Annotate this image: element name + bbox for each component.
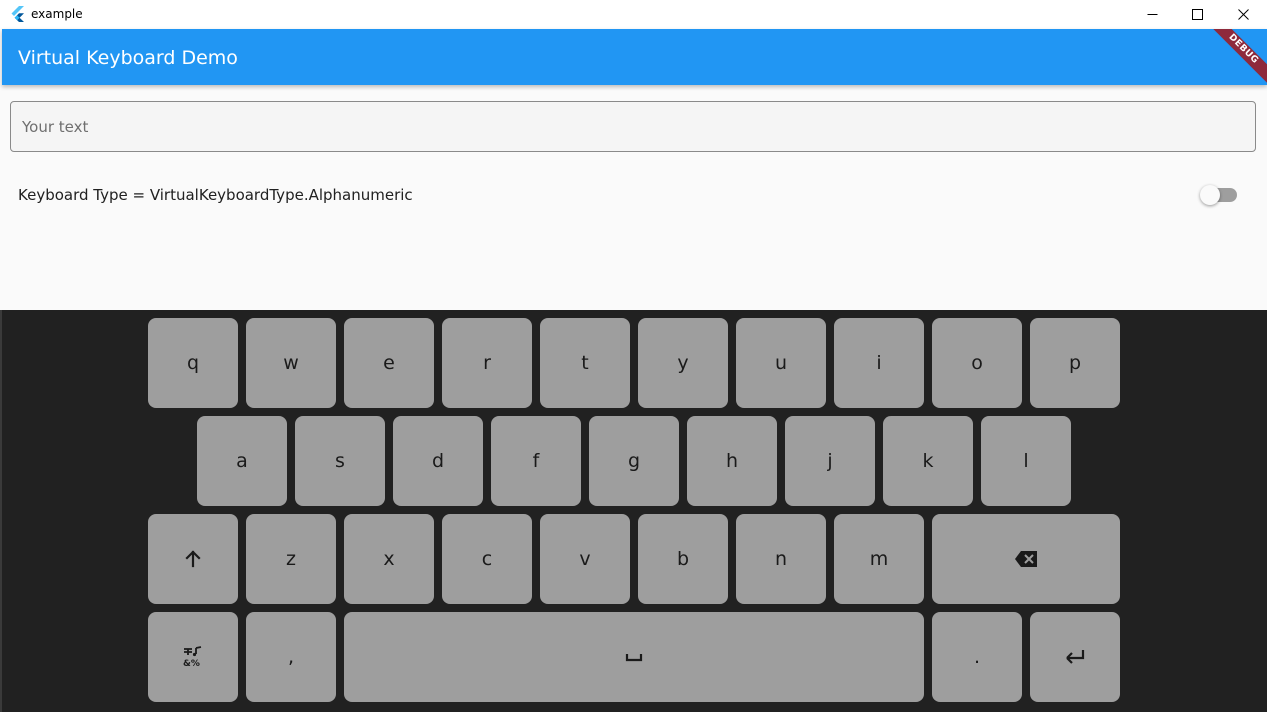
key-x[interactable]: x: [344, 514, 434, 604]
app-bar-title: Virtual Keyboard Demo: [18, 47, 238, 69]
close-icon: [1237, 9, 1249, 20]
keyboard-type-label: Keyboard Type = VirtualKeyboardType.Alph…: [18, 186, 413, 204]
space-key[interactable]: [344, 612, 924, 702]
symbols-toggle-key[interactable]: &%: [148, 612, 238, 702]
symbols-toggle-icon: &%: [183, 646, 202, 668]
switch-thumb: [1200, 185, 1220, 205]
key-g[interactable]: g: [589, 416, 679, 506]
close-button[interactable]: [1220, 0, 1266, 29]
shift-arrow-up-icon: [185, 550, 201, 568]
backspace-key[interactable]: [932, 514, 1120, 604]
key-w[interactable]: w: [246, 318, 336, 408]
key-q[interactable]: q: [148, 318, 238, 408]
key-f[interactable]: f: [491, 416, 581, 506]
key-i[interactable]: i: [834, 318, 924, 408]
minimize-icon: [1147, 14, 1157, 15]
key-h[interactable]: h: [687, 416, 777, 506]
key-comma[interactable]: ,: [246, 612, 336, 702]
maximize-button[interactable]: [1174, 0, 1220, 29]
keyboard-type-switch[interactable]: [1200, 185, 1238, 205]
key-j[interactable]: j: [785, 416, 875, 506]
key-d[interactable]: d: [393, 416, 483, 506]
shift-key[interactable]: [148, 514, 238, 604]
window-title: example: [31, 7, 83, 21]
key-r[interactable]: r: [442, 318, 532, 408]
key-v[interactable]: v: [540, 514, 630, 604]
app-bar: Virtual Keyboard Demo DEBUG: [2, 29, 1267, 85]
virtual-keyboard: q w e r t y u i o p a s d f g h j k l z …: [2, 310, 1267, 712]
key-o[interactable]: o: [932, 318, 1022, 408]
key-m[interactable]: m: [834, 514, 924, 604]
key-b[interactable]: b: [638, 514, 728, 604]
text-input-box[interactable]: [10, 101, 1256, 152]
text-input[interactable]: [22, 116, 1222, 138]
flutter-logo-icon: [11, 6, 25, 22]
key-l[interactable]: l: [981, 416, 1071, 506]
svg-text:&%: &%: [183, 659, 200, 668]
space-bar-icon: [625, 654, 643, 662]
key-e[interactable]: e: [344, 318, 434, 408]
key-k[interactable]: k: [883, 416, 973, 506]
key-u[interactable]: u: [736, 318, 826, 408]
backspace-icon: [1015, 551, 1037, 567]
key-p[interactable]: p: [1030, 318, 1120, 408]
window-title-bar: example: [0, 0, 1267, 29]
enter-return-icon: [1066, 650, 1085, 664]
key-period[interactable]: .: [932, 612, 1022, 702]
key-n[interactable]: n: [736, 514, 826, 604]
minimize-button[interactable]: [1129, 0, 1175, 29]
key-t[interactable]: t: [540, 318, 630, 408]
maximize-icon: [1191, 9, 1203, 20]
debug-banner: DEBUG: [1195, 29, 1267, 85]
key-s[interactable]: s: [295, 416, 385, 506]
key-z[interactable]: z: [246, 514, 336, 604]
key-y[interactable]: y: [638, 318, 728, 408]
key-c[interactable]: c: [442, 514, 532, 604]
key-a[interactable]: a: [197, 416, 287, 506]
enter-key[interactable]: [1030, 612, 1120, 702]
